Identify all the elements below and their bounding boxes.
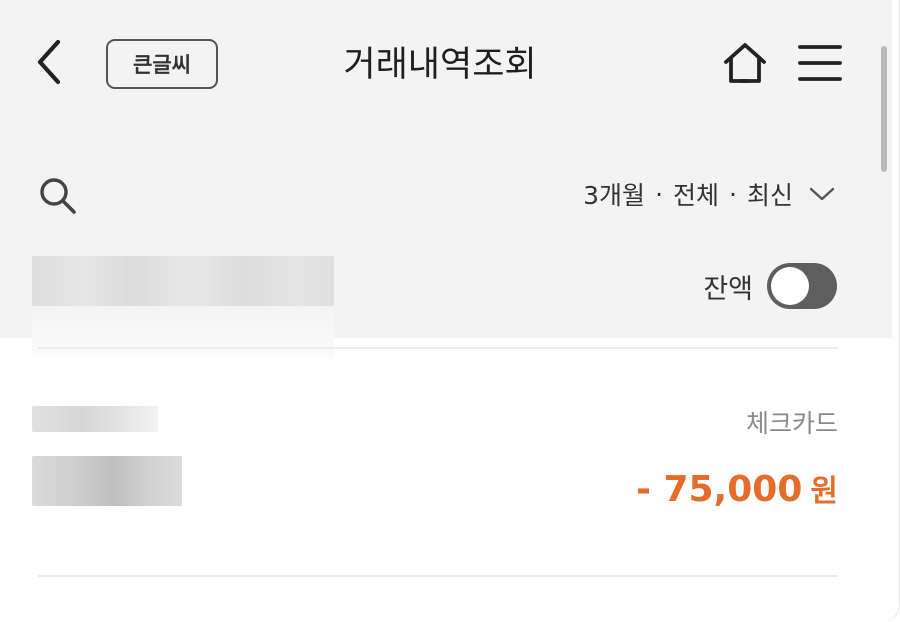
scrollbar[interactable] (881, 46, 887, 172)
filter-separator: · (655, 179, 664, 209)
back-button[interactable] (30, 38, 70, 86)
transaction-amount: - 75,000 원 (636, 466, 838, 510)
menu-button[interactable] (798, 42, 842, 84)
search-icon (40, 178, 76, 214)
divider (38, 575, 838, 577)
home-button[interactable] (722, 40, 768, 86)
page-title: 거래내역조회 (343, 45, 537, 85)
account-info-blurred (32, 256, 334, 306)
big-font-label: 큰글씨 (133, 54, 191, 77)
transaction-date-blurred (32, 406, 158, 432)
search-button[interactable] (38, 176, 78, 216)
divider (38, 347, 838, 349)
filter-separator: · (729, 179, 737, 209)
amount-unit: 원 (810, 474, 838, 509)
hamburger-menu-icon (798, 45, 842, 81)
amount-value: - 75,000 (635, 469, 803, 510)
filter-type: 전체 (673, 181, 720, 210)
big-font-button[interactable]: 큰글씨 (106, 39, 218, 89)
filter-order: 최신 (746, 181, 793, 210)
balance-toggle-group: 잔액 (703, 262, 837, 310)
toggle-knob (771, 267, 809, 305)
chevron-down-icon (809, 187, 835, 201)
transaction-merchant-blurred (32, 456, 182, 506)
home-icon (724, 43, 766, 83)
transaction-item[interactable]: 체크카드 - 75,000 원 (0, 350, 892, 574)
balance-toggle[interactable] (767, 263, 837, 309)
transaction-history-screen: 큰글씨 거래내역조회 3개월 · 전체 · 최신 잔액 체크카드 - 75,00… (0, 0, 900, 622)
filter-period: 3개월 (583, 181, 646, 210)
filter-dropdown[interactable]: 3개월 · 전체 · 최신 (583, 172, 835, 216)
back-arrow-icon (37, 39, 61, 85)
balance-label: 잔액 (703, 273, 753, 305)
transaction-type: 체크카드 (745, 409, 838, 438)
